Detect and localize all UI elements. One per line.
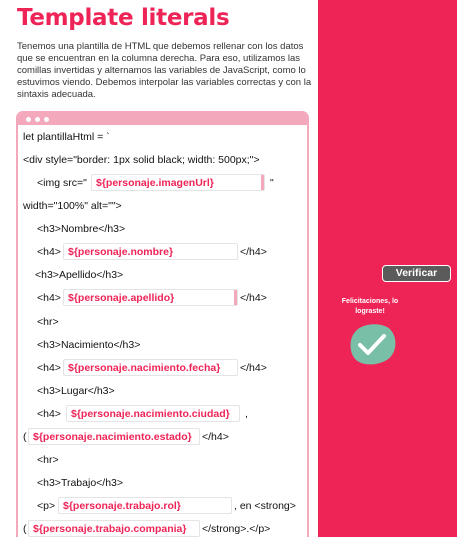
exercise-panel: Template literals Tenemos una plantilla … (0, 0, 318, 537)
code-line: <hr> (37, 316, 59, 328)
code-line: ( (23, 523, 27, 535)
code-line: </strong>.</p> (202, 523, 271, 535)
code-line: ( (23, 431, 27, 443)
code-line: <h3>Lugar</h3> (37, 385, 115, 397)
slot-value: ${personaje.nacimiento.estado} (33, 431, 192, 443)
slot-drop-marker (234, 290, 237, 305)
code-line: <h3>Apellido</h3> (35, 269, 124, 281)
code-line: <h4> (37, 408, 61, 420)
code-line: width="100%" alt=""> (23, 200, 122, 212)
slot-value: ${personaje.nacimiento.fecha} (68, 362, 221, 374)
drop-slot-trabajo-compania[interactable]: ${personaje.trabajo.compania} (28, 520, 200, 537)
success-blob-shape (350, 324, 396, 365)
page-title: Template literals (17, 5, 230, 31)
drop-slot-nacimiento-fecha[interactable]: ${personaje.nacimiento.fecha} (63, 359, 238, 376)
code-line: <div style="border: 1px solid black; wid… (23, 154, 260, 166)
slot-value: ${personaje.trabajo.rol} (63, 500, 181, 512)
exercise-description: Tenemos una plantilla de HTML que debemo… (17, 41, 312, 100)
drop-slot-nacimiento-ciudad[interactable]: ${personaje.nacimiento.ciudad} (66, 405, 240, 422)
code-line: <h3>Trabajo</h3> (37, 477, 124, 489)
slot-value: ${personaje.imagenUrl} (96, 177, 214, 189)
slot-value: ${personaje.nacimiento.ciudad} (71, 408, 230, 420)
drop-slot-imagen-url[interactable]: ${personaje.imagenUrl} (91, 174, 265, 191)
verify-button[interactable]: Verificar (382, 265, 451, 282)
code-line: , (245, 408, 248, 420)
window-dot-icon (35, 116, 40, 122)
code-line: <h3>Nacimiento</h3> (37, 339, 141, 351)
code-line: <h4> (37, 292, 61, 304)
success-message: Felicitaciones, lo lograste! (341, 298, 399, 315)
code-line: </h4> (240, 292, 267, 304)
slot-value: ${personaje.nombre} (68, 246, 174, 258)
code-editor: let plantillaHtml = ` <div style="border… (16, 111, 309, 537)
code-line: " (270, 177, 274, 189)
window-dot-icon (44, 116, 49, 122)
code-line: </h4> (240, 246, 267, 258)
code-line: </h4> (202, 431, 229, 443)
code-line: </h4> (240, 362, 267, 374)
drop-slot-nacimiento-estado[interactable]: ${personaje.nacimiento.estado} (28, 428, 200, 445)
code-line: let plantillaHtml = ` (23, 131, 110, 143)
drop-slot-apellido[interactable]: ${personaje.apellido} (63, 289, 238, 306)
code-line: <img src=" (37, 177, 87, 189)
window-dot-icon (26, 116, 31, 122)
drop-slot-nombre[interactable]: ${personaje.nombre} (63, 243, 238, 260)
code-line: <h4> (37, 246, 61, 258)
slot-drop-marker (261, 175, 264, 190)
slot-value: ${personaje.trabajo.compania} (33, 523, 187, 535)
code-line: <h4> (37, 362, 61, 374)
slot-value: ${personaje.apellido} (68, 292, 175, 304)
code-line: <p> (37, 500, 56, 512)
code-line: <hr> (37, 454, 59, 466)
code-line: <h3>Nombre</h3> (37, 223, 126, 235)
code-line: , en <strong> (234, 500, 296, 512)
drop-slot-trabajo-rol[interactable]: ${personaje.trabajo.rol} (58, 497, 232, 514)
editor-title-bar (18, 113, 307, 125)
checkmark-icon (350, 324, 396, 365)
